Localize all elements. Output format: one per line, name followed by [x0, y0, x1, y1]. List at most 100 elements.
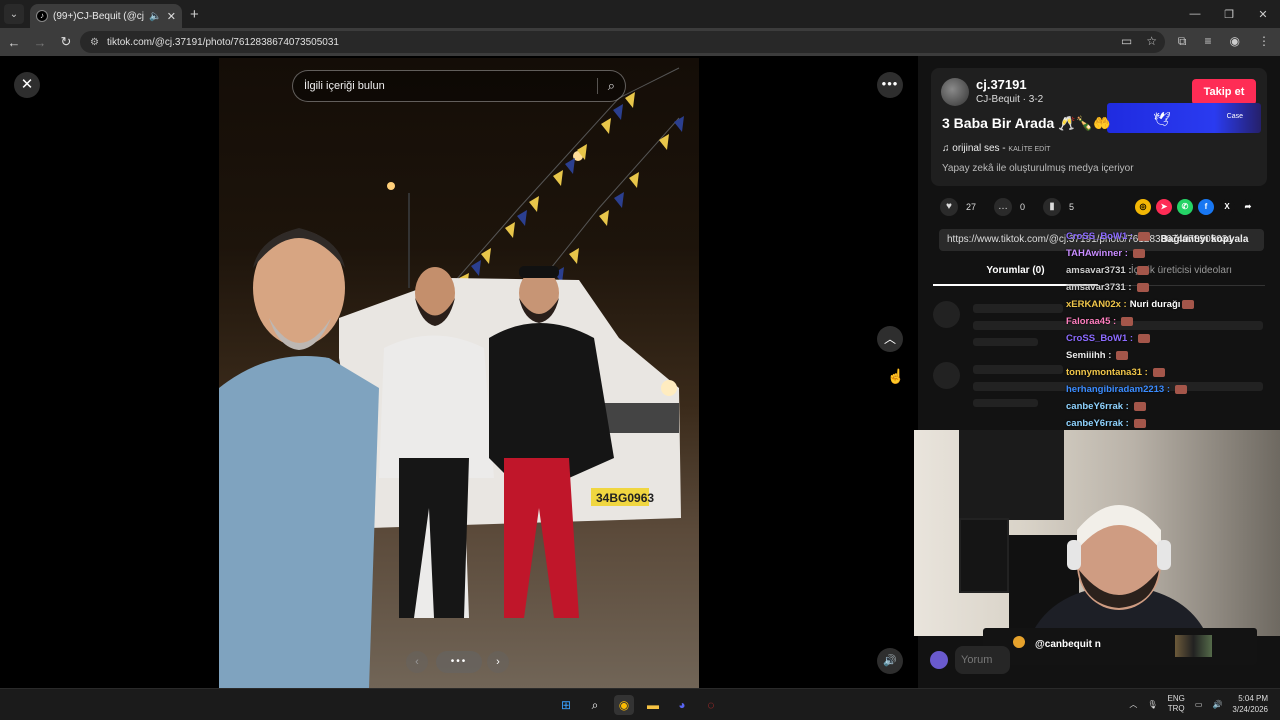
prev-photo-button[interactable]: ‹ — [406, 651, 428, 673]
file-explorer-icon[interactable]: ▬ — [643, 695, 663, 715]
chat-message: TAHAwinner : — [1066, 245, 1266, 262]
follow-button[interactable]: Takip et — [1192, 79, 1256, 105]
menu-kebab-icon[interactable]: ⋮ — [1258, 34, 1270, 49]
search-placeholder: İlgili içeriği bulun — [304, 80, 385, 92]
chat-username: CroSS_BoW1 : — [1066, 333, 1134, 344]
extensions-icon[interactable]: ⧉ — [1178, 34, 1187, 49]
like-heart-icon[interactable]: ♥ — [940, 198, 958, 216]
previous-post-button[interactable]: ︿ — [877, 326, 903, 352]
my-avatar[interactable] — [930, 651, 948, 669]
comment-input[interactable]: Yorum ekle... — [955, 646, 1010, 674]
engagement-actions: ♥ 27 … 0 ▮ 5 — [940, 198, 1084, 216]
forward-icon[interactable]: → — [28, 35, 52, 50]
site-info-icon[interactable]: ⚙ — [90, 37, 99, 48]
tab-audio-icon[interactable]: 🔈 — [149, 11, 161, 22]
restore-button[interactable]: ❐ — [1212, 8, 1246, 21]
music-name: orijinal ses - — [952, 143, 1009, 154]
speaker-icon[interactable]: 🔊 — [1212, 700, 1222, 709]
network-icon[interactable]: ▭ — [1195, 700, 1203, 709]
author-avatar[interactable] — [941, 78, 969, 106]
language-top: ENG — [1167, 694, 1185, 703]
tab-search-button[interactable]: ⌄ — [4, 4, 24, 24]
address-bar-row: ← → ↻ ⚙ tiktok.com/@cj.37191/photo/76128… — [0, 28, 1280, 56]
post-title: 3 Baba Bir Arada 🥂🍾🤲 — [942, 115, 1111, 131]
post-photo[interactable]: 34BG0963 İlgili içeriği bulun ⌕ ‹ ••• › — [219, 58, 699, 688]
skeleton-line — [973, 304, 1063, 313]
window-close-button[interactable]: ✕ — [1246, 8, 1280, 21]
emote-icon — [1182, 299, 1195, 309]
reading-list-icon[interactable]: ≡ — [1205, 34, 1212, 49]
coin-icon[interactable]: ◎ — [1135, 199, 1151, 215]
search-icon[interactable]: ⌕ — [596, 78, 615, 94]
clock-time: 5:04 PM — [1238, 694, 1268, 703]
webcam-overlay — [914, 430, 1280, 636]
chat-username: herhangibiradam2213 : — [1066, 384, 1171, 395]
new-tab-button[interactable]: + — [190, 6, 199, 23]
tab-close-button[interactable]: ✕ — [167, 10, 176, 23]
streamer-image — [1030, 505, 1208, 636]
obs-recording-icon[interactable]: ◌ — [701, 695, 721, 715]
skeleton-line — [973, 399, 1038, 407]
chat-message: Faloraa45 : — [1066, 313, 1266, 330]
post-music[interactable]: ♫ orijinal ses - KALİTE EDİT — [942, 143, 1050, 154]
minimize-button[interactable]: — — [1178, 8, 1212, 20]
bookmark-icon[interactable]: ▮ — [1043, 198, 1062, 216]
discord-icon[interactable]: ◕ — [672, 695, 692, 715]
x-icon[interactable]: X — [1219, 199, 1235, 215]
likes-count: 27 — [966, 202, 977, 212]
skeleton-line — [973, 338, 1038, 346]
chat-message: amsavar3731 : — [1066, 279, 1266, 296]
chat-message: Semiiihh : — [1066, 347, 1266, 364]
toolbar-extensions: ⧉ ≡ ◉ ⋮ — [1178, 34, 1270, 49]
back-icon[interactable]: ← — [2, 35, 26, 50]
related-search-input[interactable]: İlgili içeriği bulun ⌕ — [292, 70, 626, 102]
emote-icon — [1175, 384, 1188, 394]
share-arrow-icon[interactable]: ➦ — [1240, 199, 1256, 215]
window-controls: — ❐ ✕ — [1178, 0, 1280, 28]
stream-sponsor-banner: 🕊 Case — [1107, 103, 1261, 133]
search-icon[interactable]: ⌕ — [585, 695, 605, 715]
input-language[interactable]: ENG TRQ — [1168, 694, 1185, 714]
send-icon[interactable]: ➤ — [1156, 199, 1172, 215]
bird-logo-icon: 🕊 — [1153, 111, 1171, 127]
skeleton-avatar — [933, 362, 960, 389]
photo-pager-dots: ••• — [436, 651, 482, 673]
comments-count: 0 — [1020, 202, 1026, 212]
facebook-icon[interactable]: f — [1198, 199, 1214, 215]
chrome-icon[interactable]: ◉ — [614, 695, 634, 715]
notification-badge-icon — [1013, 636, 1025, 648]
more-options-button[interactable]: ••• — [877, 72, 903, 98]
whatsapp-icon[interactable]: ✆ — [1177, 199, 1193, 215]
comment-icon[interactable]: … — [994, 198, 1013, 216]
chat-message: canbeY6rrak : — [1066, 398, 1266, 415]
microphone-icon[interactable]: 🎙 — [1147, 700, 1157, 709]
browser-tab[interactable]: ♪ (99+)CJ-Bequit (@cj.37191) | TikTok 🔈 … — [30, 4, 182, 28]
author-subtitle: CJ-Bequit · 3-2 — [976, 94, 1044, 105]
system-clock[interactable]: 5:04 PM 3/24/2026 — [1232, 693, 1268, 715]
emote-icon — [1132, 248, 1145, 258]
share-icons: ◎ ➤ ✆ f X ➦ — [1135, 199, 1256, 215]
chat-username: tonnymontana31 : — [1066, 367, 1148, 378]
next-photo-button[interactable]: › — [487, 651, 509, 673]
url-text: tiktok.com/@cj.37191/photo/7612838674073… — [106, 36, 339, 48]
bookmark-star-icon[interactable]: ☆ — [1146, 34, 1157, 48]
music-tag: KALİTE EDİT — [1008, 146, 1051, 153]
tab-title: (99+)CJ-Bequit (@cj.37191) | TikTok — [53, 10, 145, 22]
chat-username: canbeY6rrak : — [1066, 401, 1129, 412]
chat-message: tonnymontana31 : — [1066, 364, 1266, 381]
chat-message: CroSS_BoW1 : — [1066, 228, 1266, 245]
stream-notification-bar — [983, 628, 1257, 665]
omnibox[interactable]: ⚙ tiktok.com/@cj.37191/photo/76128386740… — [80, 31, 1165, 53]
chat-text: Nuri durağı — [1129, 299, 1181, 310]
volume-button[interactable]: 🔊 — [877, 648, 903, 674]
profile-avatar-icon[interactable]: ◉ — [1230, 34, 1240, 49]
author-username[interactable]: cj.37191 — [976, 77, 1027, 92]
chat-username: canbeY6rrak : — [1066, 418, 1129, 429]
reload-icon[interactable]: ↻ — [54, 34, 78, 50]
photo-illustration: 34BG0963 — [219, 67, 684, 688]
windows-start-icon[interactable]: ⊞ — [556, 695, 576, 715]
cast-icon[interactable]: ▭ — [1121, 34, 1132, 48]
photo-viewer: ✕ 34BG0963 İlgili içeriği bulun ⌕ ‹ ••• … — [0, 56, 918, 688]
close-viewer-button[interactable]: ✕ — [14, 72, 40, 98]
tray-overflow-icon[interactable]: ︿ — [1129, 699, 1137, 710]
